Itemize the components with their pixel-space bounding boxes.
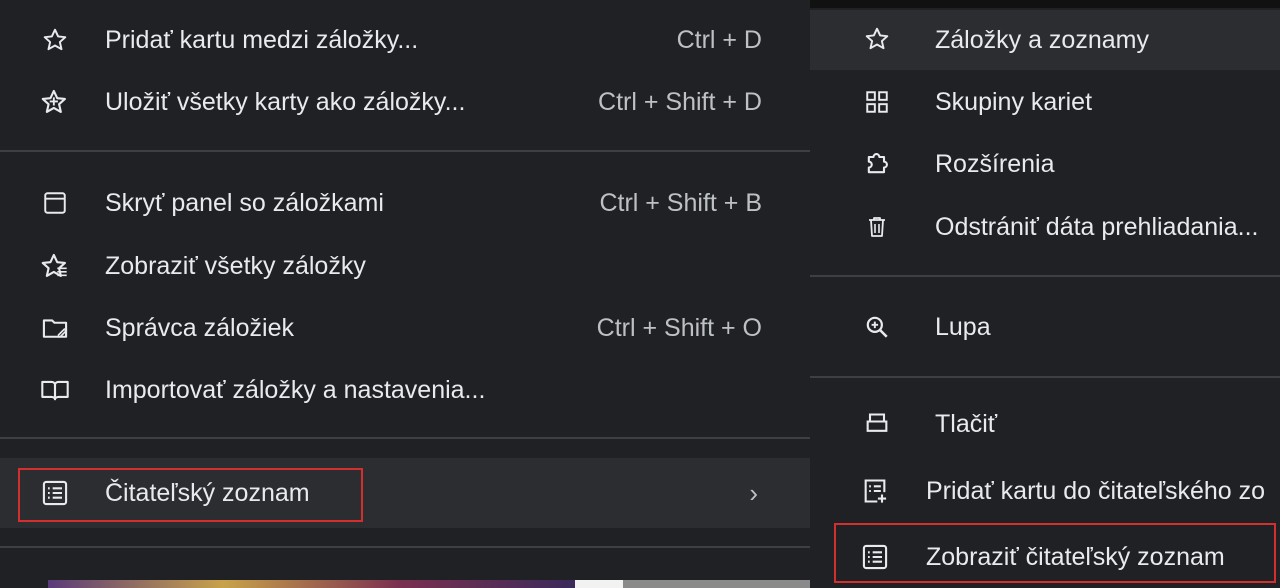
star-icon bbox=[38, 23, 72, 57]
menu-item-clear-browsing-data[interactable]: Odstrániť dáta prehliadania... bbox=[810, 198, 1280, 256]
background-strip bbox=[575, 580, 623, 588]
trash-icon bbox=[860, 210, 894, 244]
menu-separator bbox=[810, 275, 1280, 277]
menu-item-bookmark-all-tabs[interactable]: Uložiť všetky karty ako záložky... Ctrl … bbox=[0, 73, 810, 131]
star-list-icon bbox=[38, 249, 72, 283]
chevron-right-icon: › bbox=[749, 477, 758, 508]
menu-item-show-reading-list[interactable]: Zobraziť čitateľský zoznam bbox=[810, 528, 1280, 586]
shortcut-label: Ctrl + Shift + O bbox=[596, 313, 762, 342]
reading-list-submenu: Pridať kartu do čitateľského zo Zobraziť… bbox=[810, 458, 1280, 588]
menu-separator bbox=[0, 150, 810, 152]
menu-item-add-bookmark[interactable]: Pridať kartu medzi záložky... Ctrl + D bbox=[0, 11, 810, 69]
reading-list-icon bbox=[858, 540, 892, 574]
menu-separator bbox=[810, 376, 1280, 378]
printer-icon bbox=[860, 408, 894, 432]
zoom-icon bbox=[860, 310, 894, 344]
menu-item-print[interactable]: Tlačiť bbox=[810, 402, 1280, 432]
menu-item-label: Čitateľský zoznam bbox=[105, 478, 310, 507]
shortcut-label: Ctrl + Shift + B bbox=[599, 188, 762, 217]
reading-list-icon bbox=[38, 476, 72, 510]
star-plus-icon bbox=[38, 85, 72, 119]
menu-item-label: Záložky a zoznamy bbox=[935, 25, 1149, 54]
menu-item-label: Pridať kartu do čitateľského zo bbox=[926, 476, 1266, 505]
book-icon bbox=[38, 373, 72, 407]
grid-icon bbox=[860, 85, 894, 119]
menu-item-show-all-bookmarks[interactable]: Zobraziť všetky záložky bbox=[0, 237, 810, 295]
background-strip bbox=[623, 580, 810, 588]
menu-item-import-bookmarks[interactable]: Importovať záložky a nastavenia... bbox=[0, 361, 810, 419]
shortcut-label: Ctrl + Shift + D bbox=[598, 87, 762, 116]
menu-item-bookmarks-and-lists[interactable]: Záložky a zoznamy bbox=[810, 10, 1280, 70]
panel-icon bbox=[38, 186, 72, 220]
menu-item-label: Správca záložiek bbox=[105, 313, 294, 342]
shortcut-label: Ctrl + D bbox=[676, 25, 762, 54]
menu-separator bbox=[0, 437, 810, 439]
star-icon bbox=[860, 22, 894, 56]
menu-item-bookmark-manager[interactable]: Správca záložiek Ctrl + Shift + O bbox=[0, 299, 810, 357]
menu-item-label: Skryť panel so záložkami bbox=[105, 188, 384, 217]
menu-item-label: Tlačiť bbox=[935, 410, 998, 432]
menu-item-label: Uložiť všetky karty ako záložky... bbox=[105, 87, 466, 116]
puzzle-icon bbox=[860, 147, 894, 181]
menu-item-extensions[interactable]: Rozšírenia bbox=[810, 135, 1280, 193]
menu-item-reading-list[interactable]: Čitateľský zoznam › bbox=[0, 458, 810, 528]
menu-separator bbox=[0, 546, 810, 548]
menu-item-zoom[interactable]: Lupa bbox=[810, 298, 1280, 356]
folder-edit-icon bbox=[38, 311, 72, 345]
menu-item-label: Zobraziť čitateľský zoznam bbox=[926, 542, 1225, 571]
menu-item-tab-groups[interactable]: Skupiny kariet bbox=[810, 73, 1280, 131]
menu-item-add-to-reading-list[interactable]: Pridať kartu do čitateľského zo bbox=[810, 462, 1280, 520]
menu-item-label: Odstrániť dáta prehliadania... bbox=[935, 212, 1259, 241]
menu-item-hide-bookmarks-bar[interactable]: Skryť panel so záložkami Ctrl + Shift + … bbox=[0, 174, 810, 232]
menu-item-label: Skupiny kariet bbox=[935, 87, 1093, 116]
menu-item-label: Zobraziť všetky záložky bbox=[105, 251, 366, 280]
add-to-reading-list-icon bbox=[858, 474, 892, 508]
window-top-strip bbox=[810, 0, 1280, 8]
menu-item-label: Lupa bbox=[935, 312, 991, 341]
bookmarks-submenu: Pridať kartu medzi záložky... Ctrl + D U… bbox=[0, 0, 810, 588]
background-thumbnail bbox=[48, 580, 575, 588]
menu-item-label: Rozšírenia bbox=[935, 149, 1055, 178]
menu-item-label: Importovať záložky a nastavenia... bbox=[105, 375, 486, 404]
menu-item-label: Pridať kartu medzi záložky... bbox=[105, 25, 419, 54]
